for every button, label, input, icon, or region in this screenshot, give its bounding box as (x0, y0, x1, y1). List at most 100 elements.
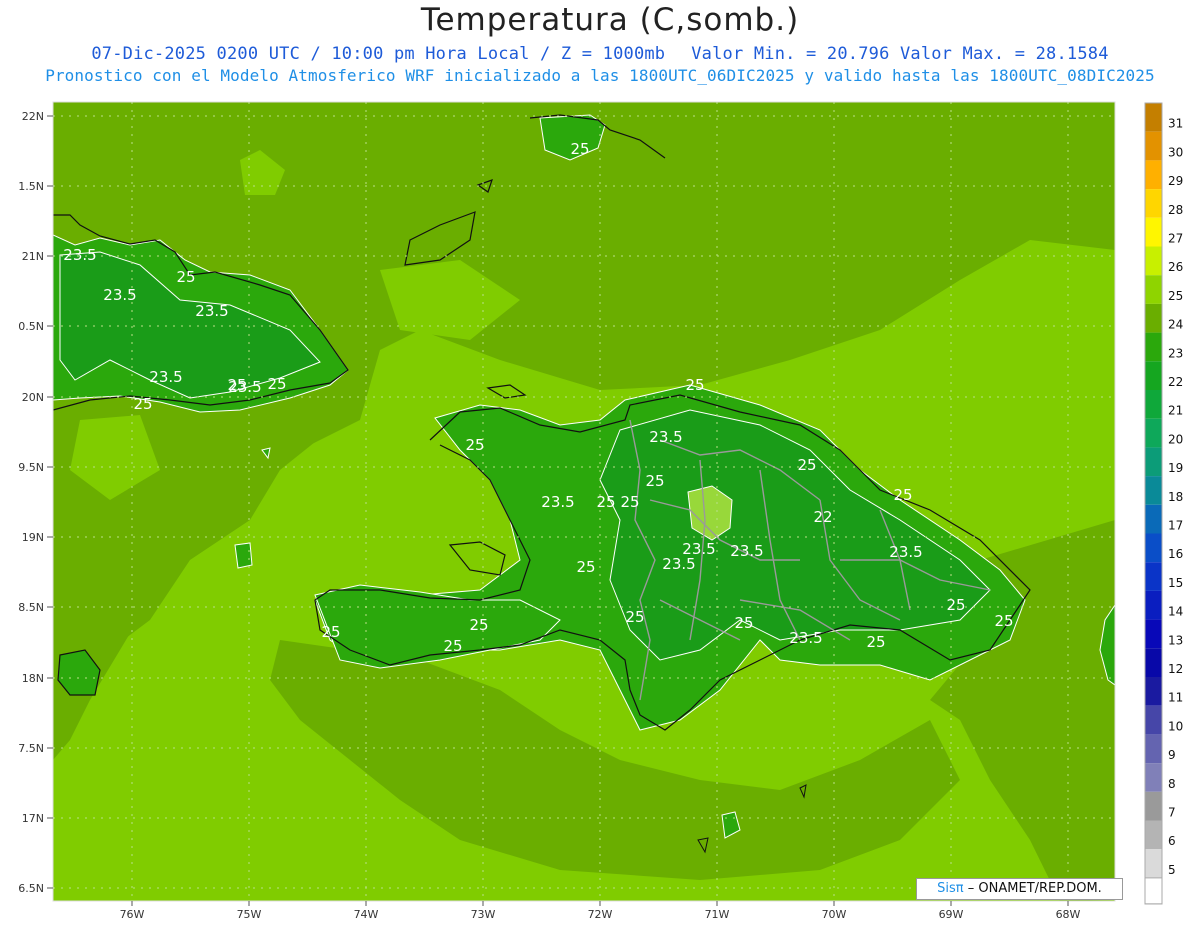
colorbar-swatch (1145, 590, 1162, 620)
colorbar-swatch (1145, 820, 1162, 850)
colorbar-label: 22 (1168, 375, 1183, 389)
colorbar-swatch (1145, 562, 1162, 591)
lat-tick-label: 7.5N (18, 742, 44, 755)
colorbar-label: 26 (1168, 260, 1183, 274)
contour-label: 23.5 (662, 555, 695, 573)
colorbar-swatch (1145, 849, 1162, 878)
colorbar-label: 17 (1168, 519, 1183, 533)
contour-label: 25 (469, 616, 488, 634)
colorbar-swatch (1145, 332, 1162, 362)
contour-label: 25 (443, 637, 462, 655)
credit-box: Sisπ – ONAMET/REP.DOM. (916, 878, 1123, 900)
colorbar-swatch (1145, 533, 1162, 563)
colorbar-label: 6 (1168, 834, 1176, 848)
colorbar-label: 5 (1168, 863, 1176, 877)
contour-label: 25 (176, 268, 195, 286)
colorbar-label: 30 (1168, 145, 1183, 159)
colorbar-label: 8 (1168, 777, 1176, 791)
lon-tick-label: 68W (1056, 908, 1081, 921)
longitude-ticks: 76W 75W 74W 73W 72W 71W 70W 69W 68W (120, 901, 1081, 921)
contour-label: 23.5 (730, 542, 763, 560)
contour-label: 25 (994, 612, 1013, 630)
colorbar-swatch (1145, 705, 1162, 735)
colorbar-swatch (1145, 303, 1162, 333)
colorbar-label: 13 (1168, 633, 1183, 647)
lon-tick-label: 71W (705, 908, 730, 921)
lat-tick-label: 22N (22, 110, 44, 123)
contour-label: 25 (620, 493, 639, 511)
lon-tick-label: 72W (588, 908, 613, 921)
colorbar-swatch (1145, 504, 1162, 534)
colorbar-swatch (1145, 447, 1162, 477)
latitude-ticks: 22N 1.5N 21N 0.5N 20N 9.5N 19N 8.5N 18N 7.5N 17N 6.… (18, 110, 53, 895)
lat-tick-label: 19N (22, 531, 44, 544)
colorbar-swatch (1145, 476, 1162, 505)
colorbar-swatch (1145, 619, 1162, 649)
colorbar-swatch (1145, 246, 1162, 276)
island-small-3 (234, 542, 253, 569)
colorbar-label: 19 (1168, 461, 1183, 475)
lat-tick-label: 6.5N (18, 882, 44, 895)
credit-brand: Sisπ (937, 881, 964, 896)
colorbar-label: 21 (1168, 404, 1183, 418)
contour-label: 25 (596, 493, 615, 511)
colorbar-swatch (1145, 418, 1162, 448)
colorbar-label: 7 (1168, 806, 1176, 820)
lat-tick-label: 17N (22, 812, 44, 825)
contour-label: 25 (797, 456, 816, 474)
contour-label: 23.5 (103, 286, 136, 304)
colorbar-swatch-lowest (1144, 877, 1163, 905)
colorbar-swatch (1145, 160, 1162, 190)
contour-label: 25 (893, 486, 912, 504)
colorbar-label: 16 (1168, 547, 1183, 561)
contour-label: 23.5 (195, 302, 228, 320)
colorbar-swatch (1145, 361, 1162, 390)
temperature-map: 22N 1.5N 21N 0.5N 20N 9.5N 19N 8.5N 18N 7.5N 17N 6.… (18, 101, 1183, 921)
colorbar-label: 18 (1168, 490, 1183, 504)
colorbar-label: 14 (1168, 605, 1183, 619)
colorbar-swatch (1145, 390, 1162, 419)
colorbar-swatch (1145, 131, 1162, 161)
valid-time-line: 07-Dic-2025 0200 UTC / 10:00 pm Hora Loc… (0, 44, 1200, 64)
colorbar-label: 24 (1168, 318, 1183, 332)
contour-label: 25 (133, 395, 152, 413)
colorbar-label: 25 (1168, 289, 1183, 303)
lat-tick-label: 0.5N (18, 320, 44, 333)
colorbar-swatch (1145, 275, 1162, 304)
lon-tick-label: 70W (822, 908, 847, 921)
colorbar-swatch (1145, 734, 1162, 764)
contour-label: 25 (866, 633, 885, 651)
min-max-text: Valor Min. = 20.796 Valor Max. = 28.1584 (691, 44, 1109, 64)
colorbar-label: 20 (1168, 432, 1183, 446)
lon-tick-label: 69W (939, 908, 964, 921)
lon-tick-label: 74W (354, 908, 379, 921)
colorbar-swatch (1145, 677, 1162, 706)
contour-label: 23.5 (149, 368, 182, 386)
colorbar-swatch (1145, 103, 1162, 132)
colorbar-swatch (1145, 648, 1162, 677)
contour-label: 25 (685, 376, 704, 394)
lon-tick-label: 75W (237, 908, 262, 921)
credit-org: – ONAMET/REP.DOM. (967, 881, 1102, 896)
colorbar-label: 29 (1168, 174, 1183, 188)
map-title: Temperatura (C,somb.) (420, 2, 800, 38)
contour-label: 25 (734, 614, 753, 632)
lon-tick-label: 73W (471, 908, 496, 921)
contour-label: 25 (645, 472, 664, 490)
lat-tick-label: 20N (22, 391, 44, 404)
colorbar-label: 27 (1168, 232, 1183, 246)
contour-label: 25 (267, 375, 286, 393)
lon-tick-label: 76W (120, 908, 145, 921)
valid-time-text: 07-Dic-2025 0200 UTC / 10:00 pm Hora Loc… (91, 44, 666, 64)
colorbar-label: 11 (1168, 691, 1183, 705)
contour-label: 23.5 (63, 246, 96, 264)
contour-label: 25 (321, 623, 340, 641)
colorbar: 31 30 29 28 27 26 25 24 23 22 21 20 19 18 17 16 15 14 13 12… (1144, 102, 1183, 905)
contour-label: 23.5 (541, 493, 574, 511)
lat-tick-label: 9.5N (18, 461, 44, 474)
lat-tick-label: 1.5N (18, 180, 44, 193)
colorbar-label: 23 (1168, 346, 1183, 360)
contour-label: 25 (465, 436, 484, 454)
contour-label: 23.5 (789, 629, 822, 647)
colorbar-label: 31 (1168, 117, 1183, 131)
